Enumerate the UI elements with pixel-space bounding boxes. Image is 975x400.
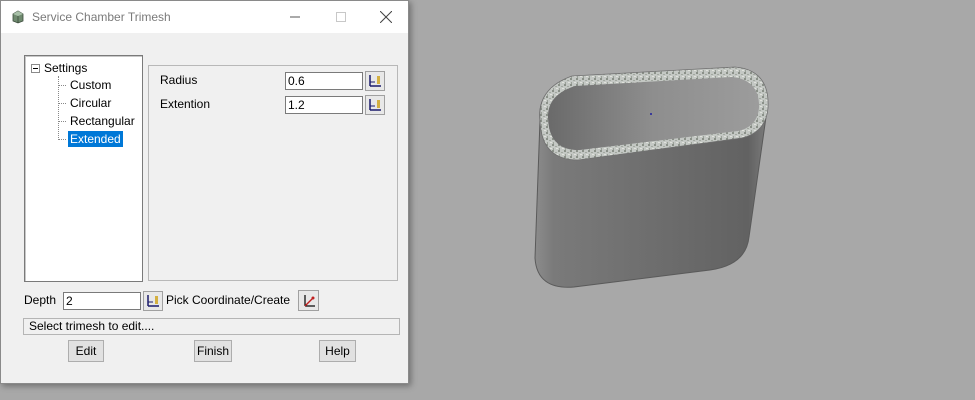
depth-label: Depth xyxy=(24,293,57,307)
pick-coordinate-button[interactable] xyxy=(298,290,319,311)
pick-coordinate-label: Pick Coordinate/Create xyxy=(166,293,291,307)
maximize-icon xyxy=(336,12,346,22)
window-title: Service Chamber Trimesh xyxy=(32,10,171,24)
pick-value-icon xyxy=(147,295,159,307)
service-chamber-dialog: Service Chamber Trimesh Settings Custom … xyxy=(0,0,409,384)
radius-input[interactable]: 0.6 xyxy=(285,72,363,90)
collapse-icon[interactable] xyxy=(31,63,40,73)
extended-settings-panel: Radius 0.6 Extention 1.2 xyxy=(148,65,398,281)
tree-root-label: Settings xyxy=(44,61,88,75)
trimesh-app-icon xyxy=(12,10,24,24)
radius-label: Radius xyxy=(160,73,198,87)
help-button[interactable]: Help xyxy=(319,340,356,362)
minimize-icon xyxy=(290,16,300,18)
maximize-button[interactable] xyxy=(318,1,364,33)
tree-item-extended[interactable]: Extended xyxy=(58,131,123,147)
tree-item-custom[interactable]: Custom xyxy=(58,77,113,93)
tree-item-label: Circular xyxy=(70,96,112,110)
depth-input[interactable]: 2 xyxy=(63,292,141,310)
tree-root-settings[interactable]: Settings xyxy=(31,60,87,76)
tree-item-label: Rectangular xyxy=(70,114,135,128)
close-button[interactable] xyxy=(363,1,409,33)
pick-coordinate-icon xyxy=(303,294,315,307)
pick-value-icon xyxy=(369,99,381,111)
radius-pick-button[interactable] xyxy=(365,71,385,91)
status-bar: Select trimesh to edit.... xyxy=(23,318,400,335)
depth-pick-button[interactable] xyxy=(143,291,163,311)
tree-item-label: Extended xyxy=(68,131,123,147)
close-icon xyxy=(380,11,392,23)
cursor-marker xyxy=(650,113,652,115)
tree-item-circular[interactable]: Circular xyxy=(58,95,113,111)
extention-input[interactable]: 1.2 xyxy=(285,96,363,114)
tree-item-rectangular[interactable]: Rectangular xyxy=(58,113,137,129)
edit-button[interactable]: Edit xyxy=(68,340,104,362)
pick-value-icon xyxy=(369,75,381,87)
minimize-button[interactable] xyxy=(272,1,318,33)
extention-label: Extention xyxy=(160,97,211,111)
settings-tree[interactable]: Settings Custom Circular Rectangular Ext… xyxy=(24,55,143,282)
extention-pick-button[interactable] xyxy=(365,95,385,115)
tree-item-label: Custom xyxy=(70,78,112,92)
title-bar[interactable]: Service Chamber Trimesh xyxy=(1,1,408,33)
finish-button[interactable]: Finish xyxy=(194,340,232,362)
